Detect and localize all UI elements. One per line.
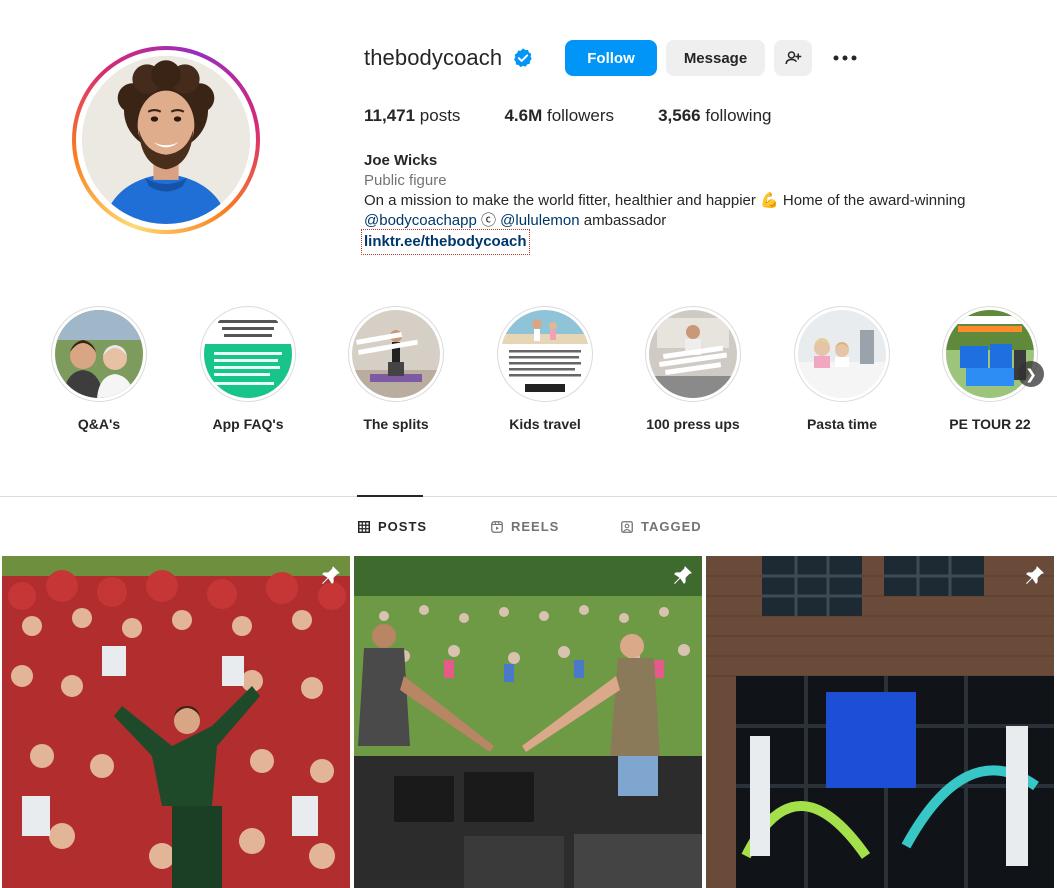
kitchen-photo-icon (798, 310, 886, 398)
profile-full-name: Joe Wicks (364, 152, 438, 169)
avatar-border (76, 50, 256, 230)
highlight-label: 100 press ups (646, 416, 740, 432)
bio-external-link[interactable]: linktr.ee/thebodycoach (361, 229, 530, 255)
following-label: following (705, 106, 772, 125)
highlights-next-button[interactable]: ❯ (1018, 361, 1044, 387)
post-thumbnail[interactable] (2, 556, 350, 888)
bio-separator: ⓒ (476, 212, 501, 229)
followers-count: 4.6M (504, 106, 543, 125)
highlight-label: PE TOUR 22 (949, 416, 1031, 432)
profile-stats: 11,471 posts 4.6M followers 3,566 follow… (364, 106, 816, 126)
highlight-qas[interactable]: Q&A's (34, 306, 164, 432)
highlight-cover (204, 310, 292, 398)
bio-tail: ambassador (579, 212, 667, 229)
highlight-ring (497, 306, 593, 402)
post-thumbnail[interactable] (706, 556, 1054, 888)
suggest-user-button[interactable] (774, 40, 812, 76)
pin-icon (1025, 565, 1045, 585)
tab-posts-label: POSTS (378, 519, 428, 534)
profile-bio: Joe Wicks Public figure On a mission to … (361, 151, 1024, 255)
followers-stat[interactable]: 4.6M followers (504, 106, 614, 126)
posts-stat: 11,471 posts (364, 106, 460, 126)
active-tab-indicator (357, 495, 423, 497)
highlight-label: Q&A's (77, 416, 121, 432)
mention-lululemon[interactable]: @lululemon (500, 212, 579, 229)
highlight-cover (649, 310, 737, 398)
highlight-ring (348, 306, 444, 402)
pin-icon (673, 565, 693, 585)
avatar-photo (82, 56, 250, 224)
message-button[interactable]: Message (666, 40, 765, 76)
chevron-right-icon: ❯ (1025, 365, 1037, 382)
highlight-label: Pasta time (806, 416, 878, 432)
highlight-ring (942, 306, 1038, 402)
profile-category: Public figure (364, 172, 447, 189)
post-thumbnail[interactable] (354, 556, 702, 888)
highlight-100-press-ups[interactable]: 100 press ups (628, 306, 758, 432)
bio-line-1: On a mission to make the world fitter, h… (364, 192, 966, 209)
highlight-kids-travel[interactable]: Kids travel (480, 306, 610, 432)
tab-reels[interactable]: REELS (491, 519, 559, 534)
highlight-label: Kids travel (509, 416, 581, 432)
highlight-ring (794, 306, 890, 402)
kids-travel-card-icon (501, 310, 589, 398)
bio-line-2: @bodycoachapp ⓒ @lululemon ambassador (364, 211, 1024, 231)
highlight-cover (946, 310, 1034, 398)
highlight-label: App FAQ's (212, 416, 284, 432)
story-highlights: Q&A's App FAQ's The splits Kids travel 1… (0, 306, 1057, 446)
posts-count: 11,471 (364, 106, 416, 125)
crowd-of-schoolchildren-photo-icon (2, 556, 350, 888)
grid-icon (358, 520, 370, 533)
avatar-portrait-icon (82, 56, 250, 224)
pin-icon (321, 565, 341, 585)
tab-posts[interactable]: POSTS (358, 519, 427, 534)
ellipsis-icon (833, 55, 857, 61)
highlight-cover (501, 310, 589, 398)
outdoor-workout-stage-photo-icon (354, 556, 702, 888)
tab-reels-label: REELS (511, 519, 560, 534)
highlight-the-splits[interactable]: The splits (331, 306, 461, 432)
follow-button[interactable]: Follow (565, 40, 657, 76)
highlight-app-faqs[interactable]: App FAQ's (183, 306, 313, 432)
splits-photo-icon (352, 310, 440, 398)
press-ups-photo-icon (649, 310, 737, 398)
profile-avatar[interactable] (72, 46, 260, 234)
tabs-divider (0, 496, 1057, 497)
two-men-photo-icon (55, 310, 143, 398)
mention-bodycoachapp[interactable]: @bodycoachapp (364, 212, 477, 229)
following-count: 3,566 (658, 106, 701, 125)
highlight-cover (798, 310, 886, 398)
tagged-icon (621, 520, 633, 533)
posts-label: posts (419, 106, 461, 125)
highlight-ring (51, 306, 147, 402)
pe-tour-photo-icon (946, 310, 1034, 398)
highlight-cover (352, 310, 440, 398)
faq-text-card-icon (204, 310, 292, 398)
followers-label: followers (546, 106, 615, 125)
verified-badge-icon (512, 47, 534, 69)
profile-username: thebodycoach (364, 45, 503, 70)
following-stat[interactable]: 3,566 following (658, 106, 771, 126)
highlight-cover (55, 310, 143, 398)
add-user-icon (785, 51, 802, 65)
highlight-label: The splits (363, 416, 429, 432)
highlight-ring (200, 306, 296, 402)
tab-tagged-label: TAGGED (641, 519, 702, 534)
username-row: thebodycoach (364, 40, 534, 76)
studio-building-photo-icon (706, 556, 1054, 888)
reels-icon (491, 520, 503, 533)
highlight-ring (645, 306, 741, 402)
highlight-pasta-time[interactable]: Pasta time (777, 306, 907, 432)
more-options-button[interactable] (826, 44, 864, 72)
tab-tagged[interactable]: TAGGED (621, 519, 702, 534)
